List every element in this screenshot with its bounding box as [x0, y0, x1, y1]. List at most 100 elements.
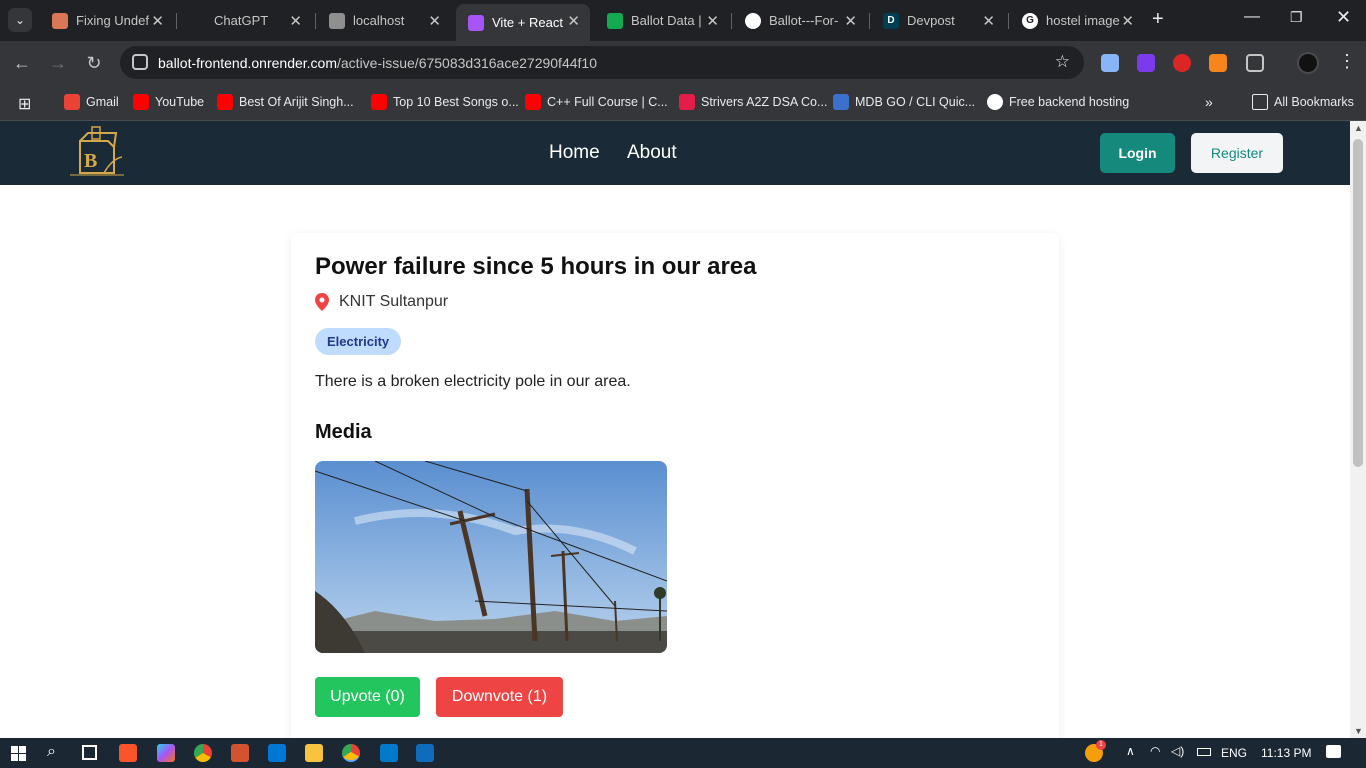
copilot-icon[interactable]	[157, 744, 175, 762]
all-bookmarks[interactable]: All Bookmarks	[1252, 94, 1354, 110]
close-tab-icon[interactable]: ✕	[289, 12, 302, 30]
address-bar[interactable]: ballot-frontend.onrender.com/active-issu…	[120, 46, 1084, 79]
bookmark-item[interactable]: C++ Full Course | C...	[525, 94, 668, 110]
browser-tab[interactable]: Ballot Data | ✕	[595, 4, 729, 37]
login-button[interactable]: Login	[1100, 133, 1175, 173]
issue-card: Power failure since 5 hours in our area …	[291, 233, 1059, 753]
ballot-logo[interactable]: B	[68, 125, 126, 179]
bookmark-item[interactable]: Best Of Arijit Singh...	[217, 94, 354, 110]
close-tab-icon[interactable]: ✕	[706, 12, 719, 30]
browser-tab[interactable]: localhost ✕	[317, 4, 451, 37]
nav-about[interactable]: About	[627, 142, 677, 164]
url-host: ballot-frontend.onrender.com	[158, 54, 337, 71]
volume-icon[interactable]: ◁)	[1171, 744, 1184, 758]
bookmark-item[interactable]: YouTube	[133, 94, 204, 110]
browser-tab[interactable]: Ghostel image ✕	[1010, 4, 1144, 37]
bookmark-item[interactable]: Free backend hosting	[987, 94, 1129, 110]
bookmark-label: C++ Full Course | C...	[547, 95, 668, 109]
folder-icon	[1252, 94, 1268, 110]
windows-start-icon[interactable]	[11, 746, 26, 761]
language-indicator[interactable]: ENG	[1221, 746, 1247, 760]
tray-chevron-icon[interactable]: ∧	[1126, 744, 1135, 758]
clock[interactable]: 11:13 PM	[1261, 746, 1311, 760]
file-explorer-icon[interactable]	[305, 744, 323, 762]
page-scrollbar[interactable]: ▲ ▼	[1350, 121, 1366, 738]
upvote-button[interactable]: Upvote (0)	[315, 677, 420, 717]
issue-media-image[interactable]	[315, 461, 667, 653]
extension-icon-2[interactable]	[1137, 54, 1155, 72]
bookmarks-bar: ⊞ Gmail YouTube Best Of Arijit Singh... Top…	[0, 85, 1366, 121]
bookmark-item[interactable]: Top 10 Best Songs o...	[371, 94, 519, 110]
scroll-up-arrow[interactable]: ▲	[1354, 123, 1363, 133]
browser-tab[interactable]: ChatGPT ✕	[178, 4, 312, 37]
extensions-puzzle-icon[interactable]	[1246, 54, 1264, 72]
metamask-icon[interactable]	[1209, 54, 1227, 72]
category-badge: Electricity	[315, 328, 402, 355]
outlook-icon[interactable]	[416, 744, 434, 762]
brave-icon[interactable]	[119, 744, 137, 762]
battery-icon[interactable]	[1197, 748, 1211, 756]
mongodb-icon	[607, 12, 623, 29]
bookmark-item[interactable]: Strivers A2Z DSA Co...	[679, 94, 827, 110]
issue-description: There is a broken electricity pole in ou…	[315, 373, 631, 390]
bookmark-item[interactable]: Gmail	[64, 94, 119, 110]
powerpoint-icon[interactable]	[231, 744, 249, 762]
svg-text:B: B	[84, 150, 97, 172]
downvote-button[interactable]: Downvote (1)	[436, 677, 563, 717]
new-tab-button[interactable]: +	[1152, 8, 1164, 31]
bookmark-label: Top 10 Best Songs o...	[393, 95, 519, 109]
record-icon[interactable]	[1173, 54, 1191, 72]
apps-grid-icon[interactable]: ⊞	[18, 94, 31, 114]
youtube-icon	[525, 94, 541, 110]
tab-search-button[interactable]: ⌄	[8, 8, 32, 32]
tuf-icon	[679, 94, 695, 110]
browser-tab[interactable]: Fixing Undef ✕	[40, 4, 174, 37]
mdb-icon	[833, 94, 849, 110]
media-heading: Media	[315, 421, 372, 443]
search-icon[interactable]: ⌕	[47, 743, 56, 761]
tab-separator	[731, 13, 732, 29]
back-button[interactable]: ←	[11, 52, 33, 74]
restore-button[interactable]: ❐	[1290, 9, 1303, 26]
tab-title: Ballot---For-	[769, 13, 839, 28]
profile-avatar[interactable]	[1297, 52, 1319, 74]
action-center-icon[interactable]	[1326, 745, 1341, 758]
main-content: Power failure since 5 hours in our area …	[0, 185, 1350, 753]
bookmark-label: Best Of Arijit Singh...	[239, 95, 354, 109]
scroll-down-arrow[interactable]: ▼	[1354, 726, 1363, 736]
tab-title: Ballot Data |	[631, 13, 702, 28]
browser-tab[interactable]: D Devpost ✕	[871, 4, 1005, 37]
claude-icon	[52, 12, 68, 29]
vscode-icon[interactable]	[380, 744, 398, 762]
register-button[interactable]: Register	[1191, 133, 1283, 173]
forward-button[interactable]: →	[47, 52, 69, 74]
nav-home[interactable]: Home	[549, 142, 600, 164]
close-window-button[interactable]: ✕	[1336, 7, 1351, 28]
browser-tab[interactable]: Vite + React ✕	[456, 4, 590, 41]
wifi-icon[interactable]: ◠	[1150, 744, 1160, 758]
browser-tab[interactable]: Ballot---For- ✕	[733, 4, 867, 37]
close-tab-icon[interactable]: ✕	[982, 12, 995, 30]
bookmark-label: MDB GO / CLI Quic...	[855, 95, 976, 109]
close-tab-icon[interactable]: ✕	[844, 12, 857, 30]
close-tab-icon[interactable]: ✕	[428, 12, 441, 30]
bookmark-star-icon[interactable]: ☆	[1055, 52, 1070, 72]
tab-separator	[869, 13, 870, 29]
bookmark-item[interactable]: MDB GO / CLI Quic...	[833, 94, 975, 110]
menu-kebab-icon[interactable]: ⋮	[1338, 51, 1356, 72]
close-tab-icon[interactable]: ✕	[151, 12, 164, 30]
extension-icon-1[interactable]	[1101, 54, 1119, 72]
minimize-button[interactable]: —	[1244, 8, 1260, 26]
more-bookmarks-icon[interactable]: »	[1205, 94, 1213, 110]
app-icon-blue[interactable]	[268, 744, 286, 762]
location-pin-icon	[315, 293, 329, 311]
chrome-active-icon[interactable]	[342, 744, 360, 762]
site-info-icon[interactable]	[132, 54, 148, 70]
bookmark-label: Strivers A2Z DSA Co...	[701, 95, 828, 109]
chrome-icon[interactable]	[194, 744, 212, 762]
close-tab-icon[interactable]: ✕	[567, 12, 580, 30]
close-tab-icon[interactable]: ✕	[1121, 12, 1134, 30]
task-view-icon[interactable]	[82, 745, 97, 760]
reload-button[interactable]: ↻	[83, 52, 105, 74]
scrollbar-thumb[interactable]	[1353, 139, 1363, 467]
